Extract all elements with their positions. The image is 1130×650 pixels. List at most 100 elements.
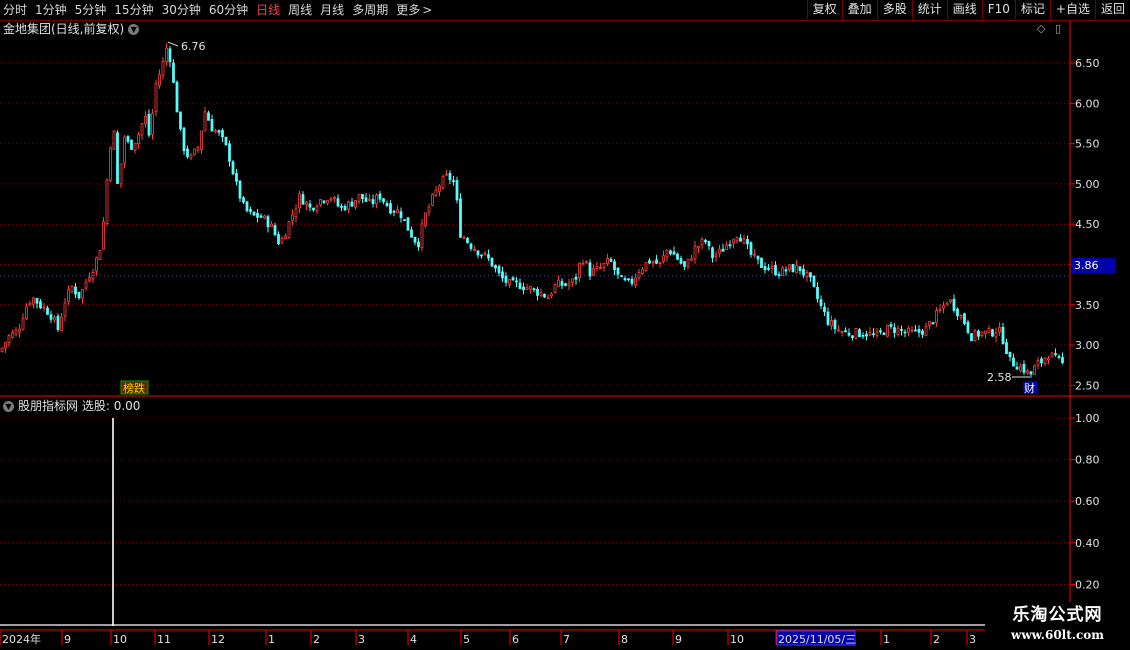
chevron-down-icon[interactable]: ▼ xyxy=(128,24,140,35)
candle-body-0 xyxy=(0,347,4,352)
period-tab-2[interactable]: 5分钟 xyxy=(72,0,110,20)
candle-body-111 xyxy=(389,203,392,214)
candle-body-114 xyxy=(399,211,403,219)
toolbar-button-1[interactable]: 叠加 xyxy=(841,0,877,19)
candle-body-174 xyxy=(609,258,613,262)
candle-body-262 xyxy=(917,329,921,333)
candle-body-151 xyxy=(529,286,532,290)
x-tick-label-17: 2 xyxy=(933,633,940,646)
candle-body-203 xyxy=(711,247,714,259)
candle-body-160 xyxy=(560,281,564,286)
candle-body-206 xyxy=(721,248,725,252)
indicator-tick-label-3: 0.80 xyxy=(1075,454,1100,467)
candle-body-60 xyxy=(210,119,214,132)
candle-body-202 xyxy=(707,241,711,247)
candle-body-265 xyxy=(928,321,931,327)
candle-body-159 xyxy=(557,279,560,287)
x-tick-label-3: 11 xyxy=(157,633,171,646)
candle-body-163 xyxy=(571,278,574,283)
candle-body-166 xyxy=(581,262,585,265)
candle-body-266 xyxy=(931,322,935,324)
candle-body-38 xyxy=(133,142,137,151)
candle-body-229 xyxy=(802,268,805,276)
candle-body-167 xyxy=(585,261,588,264)
candle-body-17 xyxy=(60,316,63,332)
toolbar-buttons: 复权 叠加 多股 统计 画线 F10 标记 +自选 返回 xyxy=(806,0,1130,20)
indicator-tick-label-0: 0.20 xyxy=(1075,578,1100,591)
candle-body-246 xyxy=(861,334,865,337)
candle-body-251 xyxy=(879,330,882,333)
candle-body-181 xyxy=(634,277,637,286)
candle-body-86 xyxy=(301,194,305,205)
candle-body-4 xyxy=(14,329,18,335)
candle-body-59 xyxy=(207,112,210,121)
candle-body-123 xyxy=(431,194,434,206)
candle-body-83 xyxy=(291,214,294,222)
period-tab-5[interactable]: 60分钟 xyxy=(206,0,251,20)
candle-body-22 xyxy=(77,291,81,299)
candle-body-190 xyxy=(665,249,669,258)
toolbar-button-4[interactable]: 画线 xyxy=(946,0,982,19)
window-icon[interactable]: ▯ xyxy=(1055,22,1061,35)
candle-body-44 xyxy=(154,83,158,112)
candle-body-279 xyxy=(977,330,980,337)
candle-body-143 xyxy=(501,271,504,279)
candle-body-255 xyxy=(893,327,896,333)
candle-body-61 xyxy=(214,130,217,133)
candle-body-237 xyxy=(830,320,833,327)
chevron-right-icon[interactable]: > xyxy=(419,0,435,20)
period-tab-0[interactable]: 分时 xyxy=(0,0,30,20)
candle-body-232 xyxy=(812,275,816,287)
candle-body-224 xyxy=(784,269,788,272)
candle-body-7 xyxy=(25,306,28,319)
toolbar-button-2[interactable]: 多股 xyxy=(876,0,912,19)
toolbar-button-8[interactable]: 返回 xyxy=(1094,0,1130,19)
period-tab-7[interactable]: 周线 xyxy=(285,0,315,20)
candle-body-230 xyxy=(805,272,809,277)
candle-body-288 xyxy=(1008,351,1012,358)
candle-body-140 xyxy=(490,257,494,267)
candle-body-24 xyxy=(84,281,88,289)
candle-body-55 xyxy=(193,148,196,156)
candle-body-211 xyxy=(739,237,742,242)
candle-body-76 xyxy=(266,216,270,228)
high-price-label: 6.76 xyxy=(181,40,206,53)
candle-body-27 xyxy=(95,257,98,272)
candle-body-164 xyxy=(574,276,578,280)
candle-body-139 xyxy=(487,254,490,259)
period-tab-3[interactable]: 15分钟 xyxy=(111,0,156,20)
chart-canvas[interactable]: 2.503.003.504.004.505.005.506.006.500.20… xyxy=(0,0,1130,650)
candle-body-303 xyxy=(1061,357,1064,364)
period-tab-8[interactable]: 月线 xyxy=(317,0,347,20)
period-tab-6[interactable]: 日线 xyxy=(253,0,283,20)
toolbar-button-7[interactable]: +自选 xyxy=(1049,0,1095,19)
candle-body-205 xyxy=(718,248,721,254)
candle-body-268 xyxy=(938,309,942,312)
toolbar-button-0[interactable]: 复权 xyxy=(806,0,842,19)
x-tick-label-5: 1 xyxy=(268,633,275,646)
candle-body-90 xyxy=(315,206,319,212)
candle-body-199 xyxy=(697,245,700,249)
period-tab-4[interactable]: 30分钟 xyxy=(159,0,204,20)
candle-body-71 xyxy=(249,209,252,212)
candle-body-12 xyxy=(42,306,46,309)
candle-body-57 xyxy=(200,130,203,151)
candle-body-216 xyxy=(756,255,760,260)
candle-body-80 xyxy=(280,238,284,244)
candle-body-168 xyxy=(588,262,592,277)
candle-body-62 xyxy=(217,130,221,133)
chevron-down-icon[interactable]: ▼ xyxy=(3,401,14,412)
candle-body-226 xyxy=(791,264,795,273)
period-tab-9[interactable]: 多周期 xyxy=(349,0,391,20)
period-tab-1[interactable]: 1分钟 xyxy=(32,0,70,20)
diamond-icon[interactable]: ◇ xyxy=(1037,22,1045,35)
candle-body-67 xyxy=(235,173,238,182)
candle-body-278 xyxy=(973,330,977,342)
toolbar-button-6[interactable]: 标记 xyxy=(1014,0,1050,19)
toolbar-button-3[interactable]: 统计 xyxy=(911,0,947,19)
candle-body-77 xyxy=(270,223,273,227)
candle-body-92 xyxy=(322,200,326,203)
candle-body-245 xyxy=(858,329,861,338)
candle-body-273 xyxy=(956,308,959,317)
toolbar-button-5[interactable]: F10 xyxy=(981,0,1015,19)
